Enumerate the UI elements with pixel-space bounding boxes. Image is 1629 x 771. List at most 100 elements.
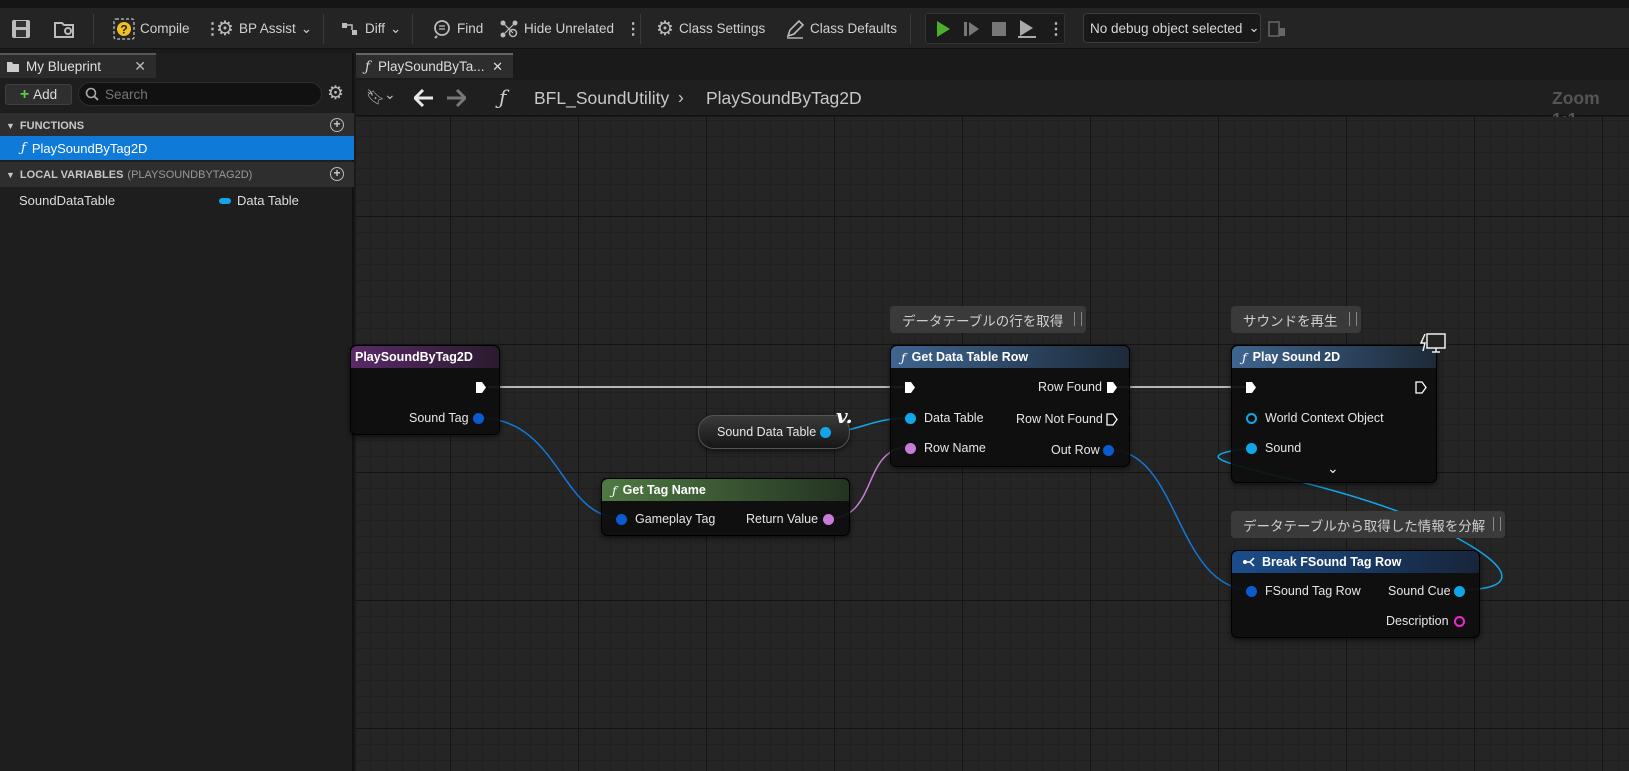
comment-collapse-icon[interactable] — [1493, 517, 1501, 531]
title-strip — [0, 0, 1629, 8]
tab-playsoundbytag2d[interactable]: ƒ PlaySoundByTa... ✕ — [356, 53, 513, 78]
add-function-icon[interactable]: + — [330, 118, 344, 132]
data-table-out-pin-icon[interactable] — [820, 427, 831, 438]
sound-pin-icon[interactable] — [1246, 443, 1257, 454]
client-only-icon — [1420, 333, 1446, 353]
fsound-tag-row-pin-label: FSound Tag Row — [1265, 584, 1361, 598]
entry-node[interactable]: PlaySoundByTag2D Sound Tag — [350, 345, 500, 435]
comment-collapse-icon[interactable] — [1349, 312, 1357, 326]
comment-get-row[interactable]: データテーブルの行を取得 — [890, 306, 1086, 333]
get-data-table-row-title: Get Data Table Row — [911, 350, 1029, 364]
bookmark-icon[interactable]: 🔖︎ — [366, 88, 385, 106]
row-not-found-exec-pin-icon[interactable] — [1106, 413, 1118, 426]
fsound-tag-row-pin-icon[interactable] — [1246, 586, 1257, 597]
collapse-arrow-icon: ▼ — [6, 120, 15, 131]
close-icon[interactable]: ✕ — [134, 58, 146, 75]
sound-tag-pin-icon[interactable] — [473, 413, 484, 424]
comment-break[interactable]: データテーブルから取得した情報を分解 — [1231, 511, 1505, 538]
add-button[interactable]: + Add — [5, 84, 72, 105]
play-icon[interactable] — [934, 20, 952, 38]
panel-settings-icon[interactable]: ⚙ — [327, 82, 344, 105]
function-icon: ƒ — [21, 140, 26, 156]
debug-filter-icon[interactable] — [1268, 20, 1286, 38]
row-name-pin-label: Row Name — [924, 441, 986, 455]
description-pin-icon[interactable] — [1454, 616, 1465, 627]
gameplay-tag-pin-icon[interactable] — [616, 514, 627, 525]
play-sound-2d-header: ƒ Play Sound 2D — [1232, 346, 1436, 368]
function-icon: ƒ — [499, 85, 507, 109]
simulate-icon[interactable] — [1017, 19, 1037, 39]
play-options-icon[interactable]: ⋮ — [1048, 19, 1064, 39]
compile-warning-icon: ? — [113, 17, 135, 40]
bp-assist-button[interactable]: ⚙ BP Assist ⌄ — [216, 8, 312, 49]
toolbar-divider — [910, 14, 911, 44]
break-fsound-tag-row-node[interactable]: Break FSound Tag Row FSound Tag Row Soun… — [1231, 550, 1480, 638]
return-value-pin-icon[interactable] — [823, 514, 834, 525]
out-row-pin-label: Out Row — [1051, 443, 1100, 457]
exec-out-pin-icon[interactable] — [1415, 381, 1427, 394]
hide-unrelated-label: Hide Unrelated — [524, 21, 615, 36]
comment-text: データテーブルから取得した情報を分解 — [1243, 518, 1486, 534]
hide-unrelated-options-icon[interactable]: ⋮ — [625, 19, 641, 39]
forward-arrow-icon[interactable] — [446, 89, 466, 107]
comment-collapse-icon[interactable] — [1074, 312, 1082, 326]
local-variables-scope-label: (PLAYSOUNDBYTAG2D) — [127, 168, 253, 181]
out-row-pin-icon[interactable] — [1103, 445, 1114, 456]
variable-item-sounddatatable[interactable]: SoundDataTable Data Table — [0, 190, 354, 212]
blueprint-icon — [7, 61, 19, 72]
get-data-table-row-node[interactable]: ƒ Get Data Table Row Row Found Data Tabl… — [890, 345, 1130, 467]
row-found-exec-pin-icon[interactable] — [1106, 381, 1118, 394]
data-table-in-pin-icon[interactable] — [905, 413, 916, 424]
diff-label: Diff — [365, 21, 386, 36]
entry-node-header: PlaySoundByTag2D — [351, 346, 499, 368]
search-input[interactable] — [105, 86, 305, 102]
step-icon[interactable] — [963, 20, 981, 38]
comment-play[interactable]: サウンドを再生 — [1231, 306, 1361, 333]
sound-tag-pin-label: Sound Tag — [409, 411, 469, 425]
close-icon[interactable]: ✕ — [492, 59, 503, 75]
find-label: Find — [457, 21, 484, 36]
stop-icon[interactable] — [991, 21, 1007, 37]
chevron-down-icon: ⌄ — [1248, 20, 1260, 35]
exec-out-pin-icon[interactable] — [475, 381, 487, 394]
variable-type[interactable]: Data Table — [237, 193, 299, 208]
save-button[interactable] — [10, 8, 32, 49]
svg-text:?: ? — [120, 22, 127, 36]
add-local-variable-icon[interactable]: + — [330, 167, 344, 181]
exec-in-pin-icon[interactable] — [904, 381, 916, 394]
my-blueprint-tab[interactable]: My Blueprint ✕ — [0, 53, 156, 78]
functions-section-header[interactable]: ▼ FUNCTIONS + — [0, 113, 354, 138]
variable-type-pill-icon — [219, 198, 231, 204]
row-name-pin-icon[interactable] — [905, 443, 916, 454]
toolbar-divider — [323, 14, 324, 44]
sound-data-table-get-node[interactable]: Sound Data Table v. — [698, 404, 853, 449]
breadcrumb-function: PlaySoundByTag2D — [706, 88, 862, 108]
play-sound-2d-node[interactable]: ƒ Play Sound 2D World Context Object Sou… — [1231, 345, 1437, 483]
graph-breadcrumb-bar: 🔖︎ ⌄ ƒ BFL_SoundUtility › PlaySoundByTag… — [356, 80, 1629, 129]
chevron-down-icon[interactable]: ⌄ — [384, 86, 396, 103]
world-context-pin-icon[interactable] — [1246, 413, 1257, 424]
breadcrumb-separator-icon: › — [678, 87, 684, 107]
breadcrumb-class[interactable]: BFL_SoundUtility — [534, 88, 669, 109]
get-tag-name-node[interactable]: ƒ Get Tag Name Gameplay Tag Return Value — [601, 478, 850, 536]
compile-button[interactable]: ? Compile ⋮ — [113, 8, 221, 49]
my-blueprint-tab-label: My Blueprint — [26, 59, 102, 74]
function-item-playsoundbytag2d[interactable]: ƒ PlaySoundByTag2D — [0, 136, 354, 160]
function-icon: ƒ — [365, 58, 370, 75]
sound-cue-pin-icon[interactable] — [1454, 586, 1465, 597]
search-box[interactable] — [78, 82, 322, 106]
diff-button[interactable]: Diff ⌄ — [340, 8, 401, 49]
class-defaults-button[interactable]: Class Defaults — [785, 8, 897, 49]
row-not-found-pin-label: Row Not Found — [1016, 412, 1103, 426]
class-settings-button[interactable]: ⚙ Class Settings — [656, 8, 765, 49]
hide-unrelated-button[interactable]: Hide Unrelated ⋮ — [499, 8, 641, 49]
break-struct-icon — [1243, 557, 1255, 567]
back-arrow-icon[interactable] — [414, 89, 434, 107]
local-variables-section-header[interactable]: ▼ LOCAL VARIABLES (PLAYSOUNDBYTAG2D) + — [0, 162, 354, 187]
exec-in-pin-icon[interactable] — [1245, 381, 1257, 394]
expand-advanced-icon[interactable]: ⌄ — [1327, 460, 1339, 477]
find-button[interactable]: Find — [432, 8, 483, 49]
debug-object-select[interactable]: No debug object selected ⌄ — [1083, 13, 1261, 43]
diff-icon — [342, 22, 357, 35]
browse-button[interactable] — [53, 8, 77, 49]
